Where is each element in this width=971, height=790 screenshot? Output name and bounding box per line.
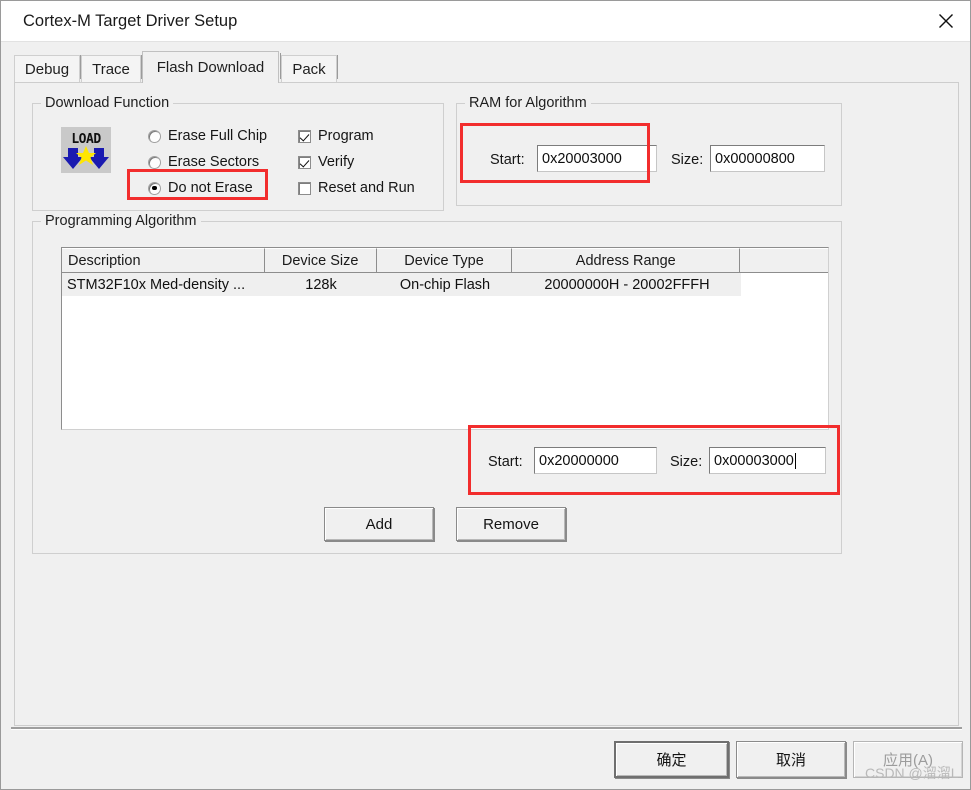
download-function-group: Download Function LOAD Erase Full Chip E… [32, 95, 444, 211]
radio-erase-sectors-label: Erase Sectors [168, 154, 260, 170]
ram-start-value: 0x20003000 [542, 150, 622, 167]
tab-debug-label: Debug [24, 61, 70, 78]
checkbox-verify[interactable]: Verify [298, 154, 354, 170]
tab-strip: Debug Trace Flash Download Pack [14, 51, 959, 83]
cell-address-range: 20000000H - 20002FFFH [544, 276, 710, 293]
flash-size-label: Size: [670, 454, 703, 470]
tab-trace-label: Trace [92, 61, 130, 78]
tab-flash-download[interactable]: Flash Download [142, 51, 279, 83]
tab-debug[interactable]: Debug [14, 55, 80, 83]
flash-download-panel: Download Function LOAD Erase Full Chip E… [14, 82, 959, 726]
checkbox-indicator [298, 129, 311, 143]
footer-separator [11, 727, 962, 730]
checkbox-indicator [298, 155, 311, 169]
tab-flash-download-label: Flash Download [156, 59, 265, 76]
download-function-title: Download Function [41, 95, 174, 111]
checkbox-verify-label: Verify [318, 154, 355, 170]
tab-separator [337, 55, 338, 79]
algorithm-listview[interactable]: Description Device Size Device Type Addr… [61, 247, 829, 430]
ok-button[interactable]: 确定 [614, 741, 729, 778]
radio-do-not-erase[interactable]: Do not Erase [148, 180, 253, 196]
target-driver-setup-dialog: Cortex-M Target Driver Setup Debug Trace… [0, 0, 971, 790]
ram-size-input[interactable]: 0x00000800 [710, 145, 825, 172]
svg-text:LOAD: LOAD [71, 132, 101, 147]
flash-size-input[interactable]: 0x00003000 [709, 447, 826, 474]
watermark: CSDN @溜溜L [865, 765, 959, 781]
cancel-button-label: 取消 [775, 752, 806, 769]
ram-start-label: Start: [490, 152, 525, 168]
radio-erase-full-chip[interactable]: Erase Full Chip [148, 128, 267, 144]
cell-device-type: On-chip Flash [399, 276, 491, 293]
checkbox-reset-and-run-label: Reset and Run [318, 180, 415, 196]
remove-button-label: Remove [483, 515, 539, 533]
remove-button[interactable]: Remove [456, 507, 566, 541]
column-header-device-size[interactable]: Device Size [264, 248, 377, 272]
radio-erase-sectors[interactable]: Erase Sectors [148, 154, 259, 170]
table-row[interactable]: STM32F10x Med-density ... 128k On-chip F… [62, 273, 741, 296]
checkbox-reset-and-run[interactable]: Reset and Run [298, 180, 415, 196]
flash-size-value: 0x00003000 [714, 452, 794, 469]
ram-start-input[interactable]: 0x20003000 [537, 145, 657, 172]
flash-start-input[interactable]: 0x20000000 [534, 447, 657, 474]
add-button-label: Add [365, 515, 393, 533]
radio-indicator [148, 181, 161, 195]
radio-indicator [148, 155, 161, 169]
algorithm-listview-header: Description Device Size Device Type Addr… [62, 248, 828, 273]
column-header-extra[interactable] [740, 248, 828, 272]
ram-size-label: Size: [671, 152, 704, 168]
window-title: Cortex-M Target Driver Setup [23, 12, 238, 30]
tab-trace[interactable]: Trace [81, 55, 141, 83]
titlebar: Cortex-M Target Driver Setup [1, 1, 970, 42]
tab-pack-label: Pack [292, 61, 326, 78]
close-icon [937, 12, 955, 30]
cell-description: STM32F10x Med-density ... [67, 276, 246, 293]
flash-start-label: Start: [488, 454, 523, 470]
load-icon: LOAD [61, 127, 111, 173]
cancel-button[interactable]: 取消 [736, 741, 846, 778]
ram-for-algorithm-group: RAM for Algorithm Start: 0x20003000 Size… [456, 95, 842, 206]
programming-algorithm-group: Programming Algorithm Description Device… [32, 213, 842, 554]
close-button[interactable] [920, 1, 970, 40]
column-header-description[interactable]: Description [62, 248, 265, 272]
checkbox-program-label: Program [318, 128, 374, 144]
radio-indicator [148, 129, 161, 143]
checkbox-program[interactable]: Program [298, 128, 374, 144]
radio-erase-full-chip-label: Erase Full Chip [168, 128, 268, 144]
tab-pack[interactable]: Pack [281, 55, 337, 83]
checkbox-indicator [298, 181, 311, 195]
programming-algorithm-title: Programming Algorithm [41, 213, 201, 229]
ram-size-value: 0x00000800 [715, 150, 795, 167]
column-header-device-type[interactable]: Device Type [376, 248, 513, 272]
cell-device-size: 128k [305, 276, 337, 293]
text-caret [794, 452, 796, 469]
radio-do-not-erase-label: Do not Erase [168, 180, 253, 196]
ram-for-algorithm-title: RAM for Algorithm [465, 95, 591, 111]
add-button[interactable]: Add [324, 507, 434, 541]
ok-button-label: 确定 [656, 752, 687, 769]
column-header-address-range[interactable]: Address Range [512, 248, 741, 272]
flash-start-value: 0x20000000 [539, 452, 619, 469]
